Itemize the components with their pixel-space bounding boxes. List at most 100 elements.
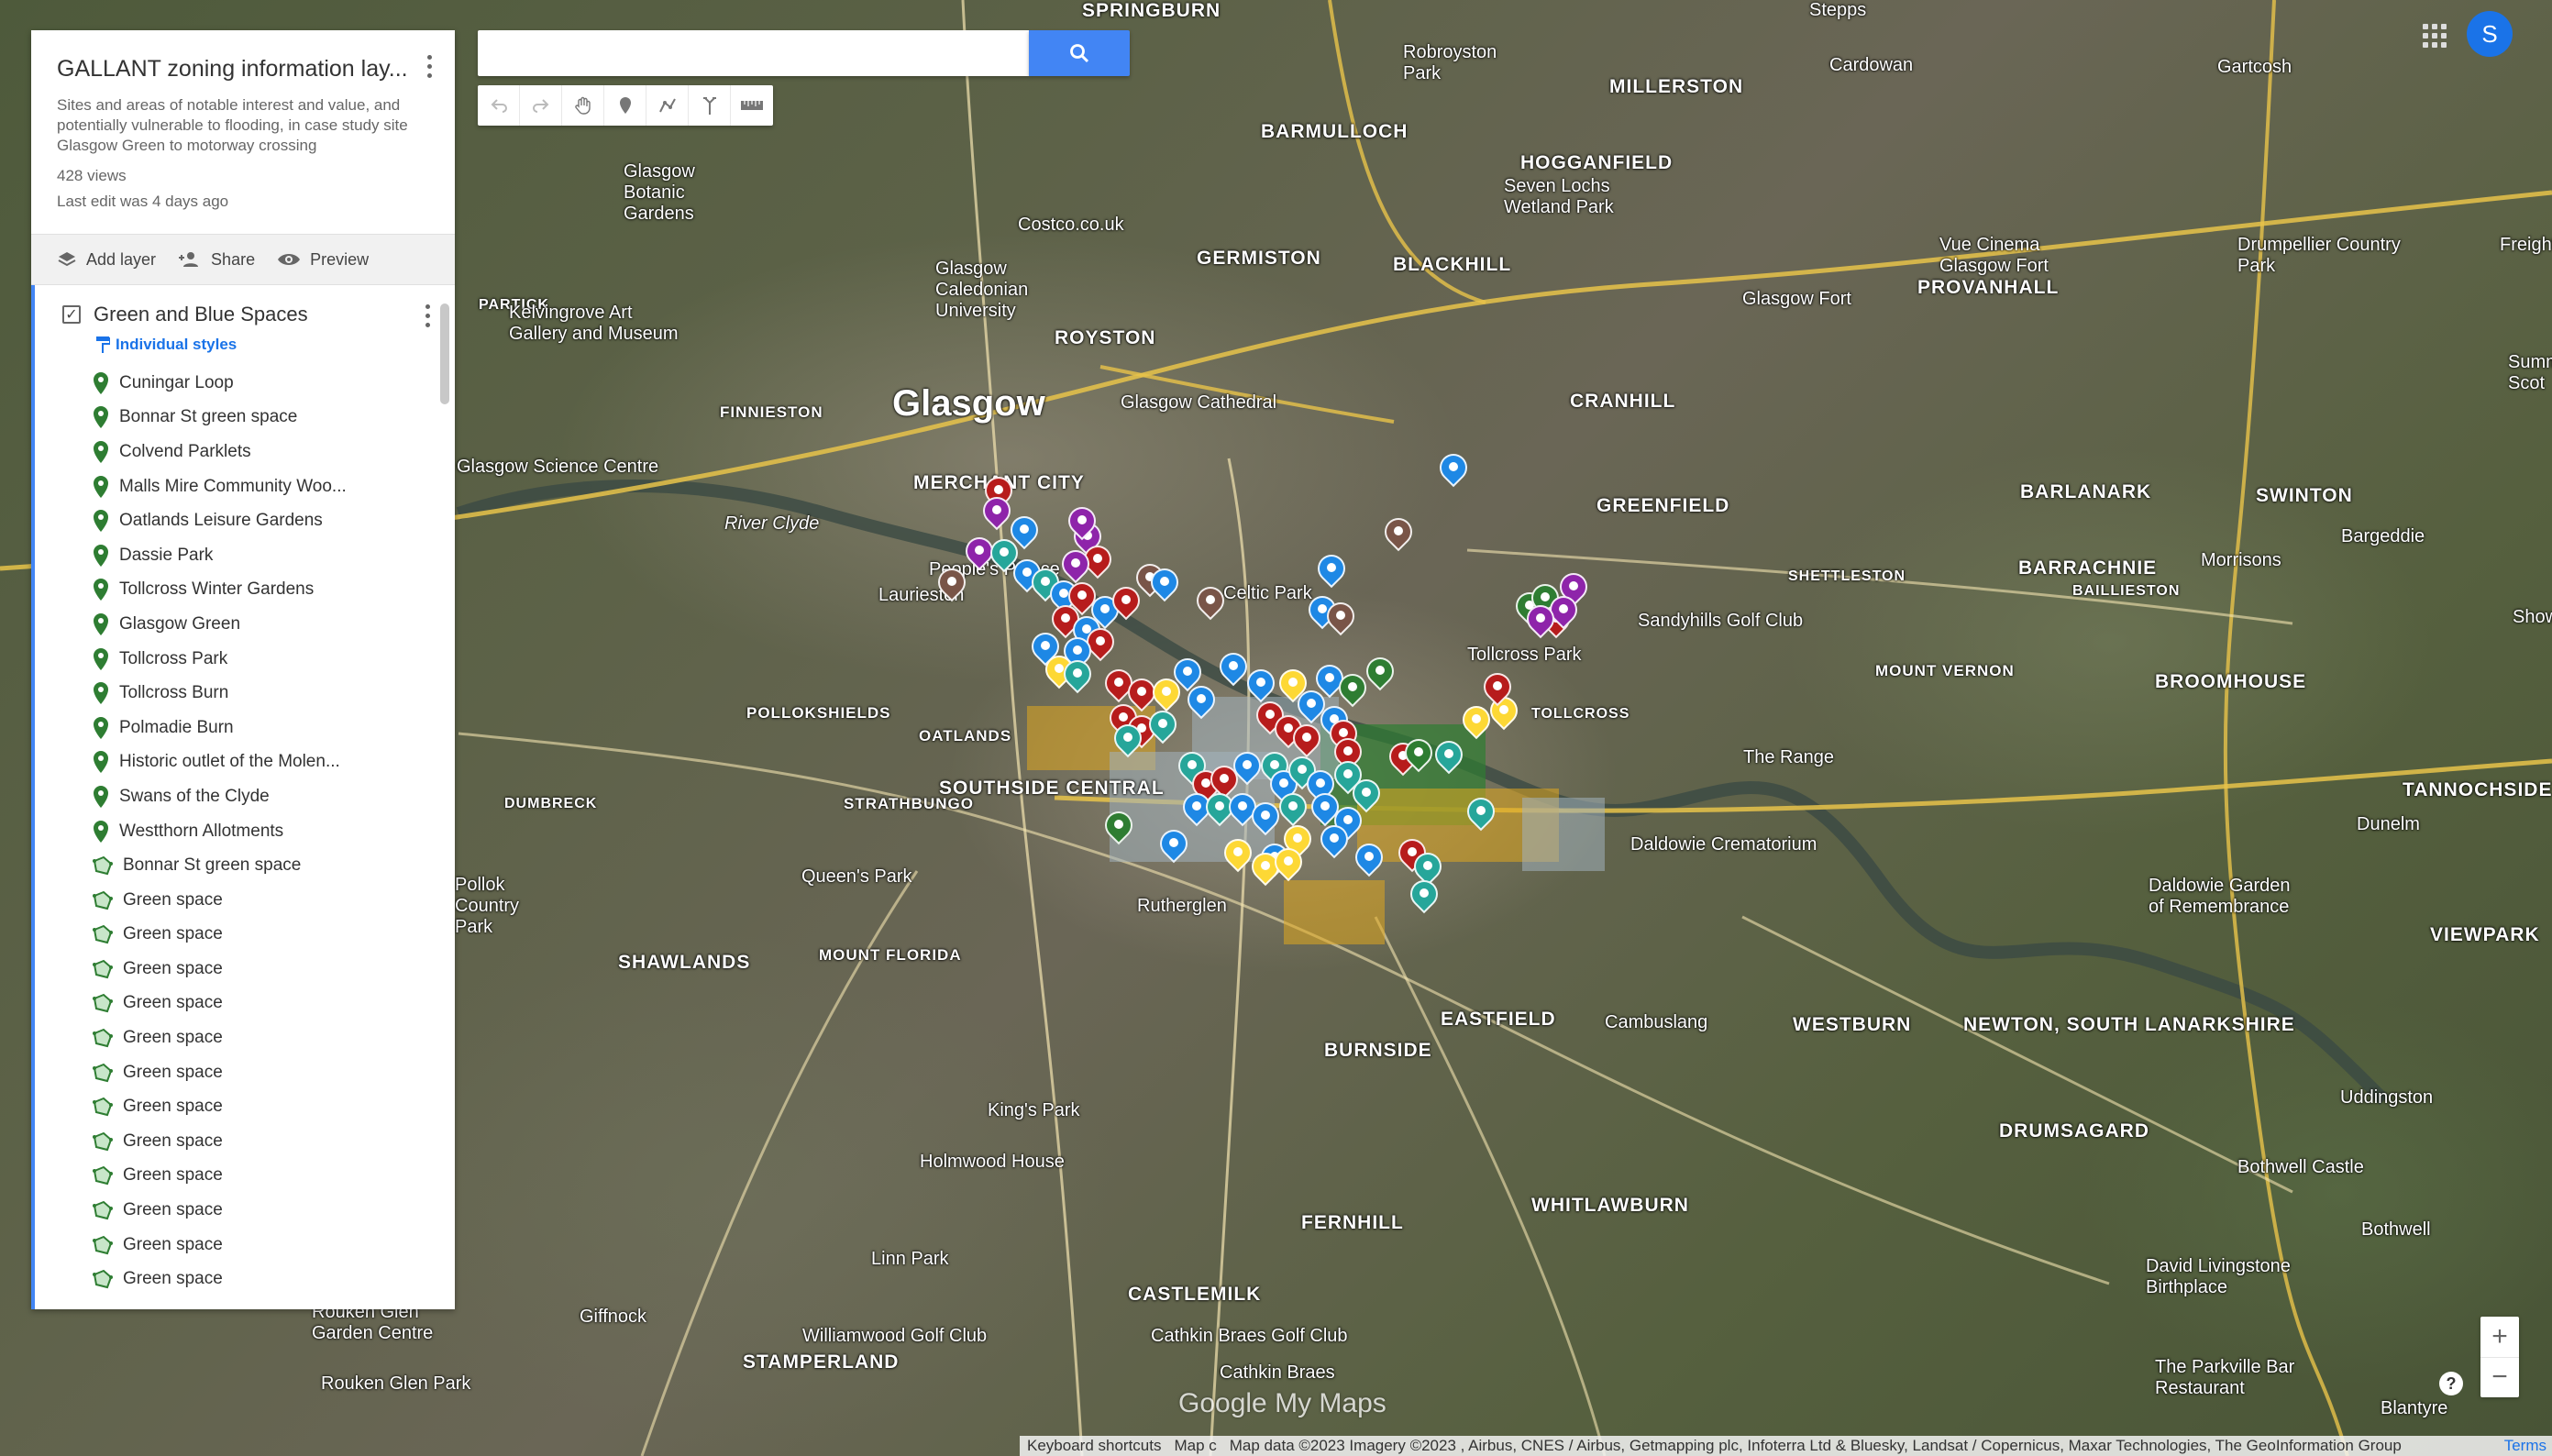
zoom-out-button[interactable]: −	[2480, 1356, 2519, 1398]
layer-item[interactable]: Green space	[35, 883, 455, 918]
map-marker-pin[interactable]	[1144, 562, 1185, 605]
layer-item[interactable]: Dassie Park	[35, 538, 455, 573]
undo-button[interactable]	[478, 85, 520, 126]
layer-item[interactable]: Green space	[35, 918, 455, 953]
map-marker-pin[interactable]	[1190, 580, 1231, 623]
map-marker-pin[interactable]	[1346, 773, 1386, 816]
layer-item[interactable]: Green space	[35, 1159, 455, 1194]
layer-item[interactable]: Tollcross Winter Gardens	[35, 573, 455, 608]
green-pin-icon	[94, 716, 108, 739]
redo-button[interactable]	[520, 85, 562, 126]
map-marker-pin[interactable]	[1320, 596, 1361, 639]
map-marker-pin[interactable]	[1477, 667, 1518, 710]
help-icon[interactable]: ?	[2439, 1372, 2463, 1395]
area-label: POLLOKSHIELDS	[746, 704, 891, 722]
layer-item[interactable]: Historic outlet of the Molen...	[35, 745, 455, 780]
share-button[interactable]: Share	[178, 250, 255, 270]
pan-button[interactable]	[562, 85, 604, 126]
layer-item[interactable]: Westthorn Allotments	[35, 814, 455, 849]
avatar[interactable]: S	[2467, 11, 2513, 57]
map-marker-pin[interactable]	[1057, 654, 1098, 697]
layer-item[interactable]: Glasgow Green	[35, 607, 455, 642]
layer-item[interactable]: Cuningar Loop	[35, 366, 455, 401]
map-marker-pin[interactable]	[1360, 651, 1400, 694]
map-marker-pin[interactable]	[1213, 646, 1254, 689]
map-marker-pin[interactable]	[1520, 599, 1561, 642]
zone-polygon[interactable]	[1284, 880, 1385, 944]
map-marker-pin[interactable]	[1273, 787, 1313, 830]
map-description[interactable]: Sites and areas of notable interest and …	[57, 95, 437, 156]
add-marker-button[interactable]	[604, 85, 646, 126]
add-layer-button[interactable]: Add layer	[57, 250, 156, 270]
measure-button[interactable]	[731, 85, 773, 126]
map-marker-pin[interactable]	[1311, 548, 1352, 591]
map-marker-pin[interactable]	[1398, 733, 1439, 776]
map-marker-pin[interactable]	[1108, 718, 1148, 761]
apps-grid-icon[interactable]	[2419, 20, 2447, 48]
layer-visibility-checkbox[interactable]: ✓	[62, 305, 81, 324]
map-marker-pin[interactable]	[959, 531, 1000, 574]
map-credits-link[interactable]: Map c	[1174, 1437, 1216, 1455]
map-marker-pin[interactable]	[1287, 718, 1327, 761]
draw-line-button[interactable]	[646, 85, 689, 126]
layer-item-label: Green space	[123, 1269, 223, 1289]
area-label: BARRACHNIE	[2018, 557, 2158, 579]
layer-item[interactable]: Green space	[35, 1228, 455, 1263]
layer-item[interactable]: Green space	[35, 1193, 455, 1228]
place-label: Glasgow Cathedral	[1121, 392, 1277, 413]
map-marker-pin[interactable]	[1378, 512, 1419, 555]
map-marker-pin[interactable]	[1404, 874, 1444, 917]
map-marker-pin[interactable]	[932, 562, 972, 605]
map-marker-pin[interactable]	[1227, 745, 1267, 789]
map-marker-pin[interactable]	[1181, 679, 1221, 722]
layer-item[interactable]: Green space	[35, 1055, 455, 1090]
layer-name[interactable]: Green and Blue Spaces	[94, 303, 308, 326]
map-marker-pin[interactable]	[1429, 734, 1469, 778]
map-marker-pin[interactable]	[977, 491, 1017, 534]
layer-item[interactable]: Green space	[35, 1124, 455, 1159]
layer-item-label: Green space	[123, 1062, 223, 1082]
zoom-in-button[interactable]: +	[2480, 1317, 2519, 1357]
layer-item[interactable]: Tollcross Burn	[35, 676, 455, 711]
map-marker-pin[interactable]	[1268, 842, 1309, 885]
map-marker-pin[interactable]	[1245, 796, 1286, 839]
search-input[interactable]	[478, 30, 1029, 76]
map-marker-pin[interactable]	[1062, 501, 1102, 544]
layer-item[interactable]: Malls Mire Community Woo...	[35, 469, 455, 504]
layer-item[interactable]: Tollcross Park	[35, 642, 455, 677]
map-marker-pin[interactable]	[1456, 700, 1497, 743]
keyboard-shortcuts-link[interactable]: Keyboard shortcuts	[1027, 1437, 1161, 1455]
map-marker-pin[interactable]	[1143, 704, 1183, 747]
map-marker-pin[interactable]	[1154, 823, 1194, 866]
map-marker-pin[interactable]	[1099, 805, 1139, 848]
layer-styles-link[interactable]: Individual styles	[35, 333, 455, 357]
preview-button[interactable]: Preview	[277, 250, 369, 270]
layer-item[interactable]: Green space	[35, 1262, 455, 1296]
map-marker-pin[interactable]	[1433, 447, 1474, 491]
place-label: Costco.co.uk	[1018, 215, 1124, 235]
layer-item[interactable]: Green space	[35, 987, 455, 1021]
map-marker-pin[interactable]	[1461, 791, 1501, 834]
map-marker-pin[interactable]	[1218, 833, 1258, 876]
layer-item[interactable]: Colvend Parklets	[35, 435, 455, 469]
paint-roller-icon	[96, 336, 110, 353]
layer-item[interactable]: Polmadie Burn	[35, 711, 455, 745]
layer-item[interactable]: Green space	[35, 1020, 455, 1055]
layer-item[interactable]: Bonnar St green space	[35, 848, 455, 883]
map-marker-pin[interactable]	[1349, 837, 1389, 880]
layer-item[interactable]: Green space	[35, 1089, 455, 1124]
layer-item[interactable]: Green space	[35, 952, 455, 987]
zone-polygon[interactable]	[1522, 798, 1605, 871]
map-options-kebab-icon[interactable]	[420, 52, 438, 80]
layer-item[interactable]: Bonnar St green space	[35, 401, 455, 436]
panel-actions: Add layer Share Preview	[31, 234, 455, 285]
terms-link[interactable]: Terms	[2504, 1437, 2552, 1455]
layer-item[interactable]: Swans of the Clyde	[35, 779, 455, 814]
search-button[interactable]	[1029, 30, 1130, 76]
map-marker-pin[interactable]	[1314, 819, 1354, 862]
map-marker-pin[interactable]	[1332, 667, 1373, 711]
map-title[interactable]: GALLANT zoning information lay...	[57, 56, 410, 83]
layer-options-kebab-icon[interactable]	[418, 302, 436, 329]
layer-item[interactable]: Oatlands Leisure Gardens	[35, 503, 455, 538]
directions-button[interactable]	[689, 85, 731, 126]
